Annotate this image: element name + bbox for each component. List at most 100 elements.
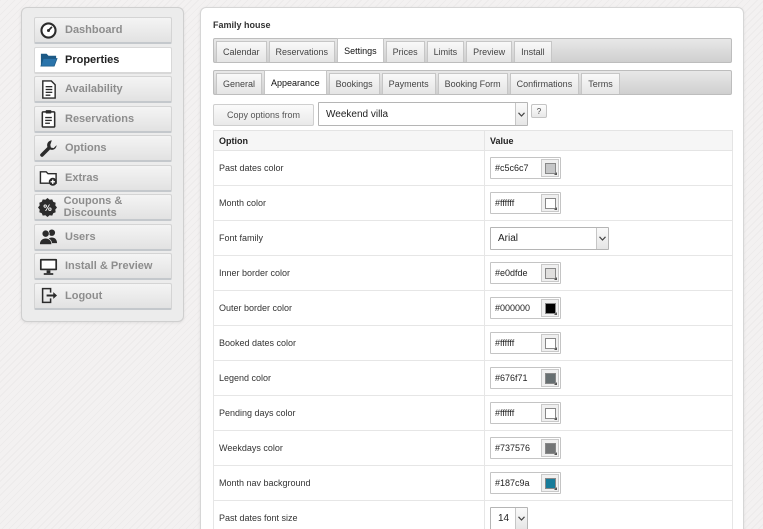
svg-text:%: % xyxy=(44,203,53,213)
settings-subtabbar: General Appearance Bookings Payments Boo… xyxy=(213,70,732,95)
sidebar-item-reservations[interactable]: Reservations xyxy=(34,105,172,133)
logout-icon xyxy=(38,285,59,306)
sidebar-item-extras[interactable]: Extras xyxy=(34,164,172,192)
percent-icon: % xyxy=(38,197,58,218)
subtab-payments[interactable]: Payments xyxy=(381,73,436,94)
options-table-body: Past dates color #c5c6c7 Month color #fffff… xyxy=(213,150,733,529)
sidebar: Dashboard Properties Availability Reserv… xyxy=(21,7,184,322)
color-picker-button[interactable] xyxy=(541,369,559,387)
option-label: Font family xyxy=(213,220,485,256)
color-input[interactable]: #187c9a xyxy=(490,472,561,494)
help-button[interactable]: ? xyxy=(531,104,547,118)
subtab-booking-form[interactable]: Booking Form xyxy=(437,73,508,94)
color-picker-button[interactable] xyxy=(541,159,559,177)
tab-reservations[interactable]: Reservations xyxy=(268,41,336,62)
document-list-icon xyxy=(38,79,59,100)
color-swatch xyxy=(544,197,556,209)
tab-preview[interactable]: Preview xyxy=(466,41,513,62)
sidebar-item-logout[interactable]: Logout xyxy=(34,282,172,310)
select-value: 14 xyxy=(498,512,510,524)
option-value-cell: #187c9a xyxy=(484,465,733,501)
subtab-bookings[interactable]: Bookings xyxy=(328,73,380,94)
table-row: Past dates color #c5c6c7 xyxy=(213,150,733,186)
sidebar-item-label: Install & Preview xyxy=(65,260,153,272)
color-input[interactable]: #000000 xyxy=(490,297,561,319)
color-input[interactable]: #c5c6c7 xyxy=(490,157,561,179)
chevron-down-icon xyxy=(515,103,527,125)
color-picker-button[interactable] xyxy=(541,439,559,457)
option-label: Inner border color xyxy=(213,255,485,291)
color-hex-value: #737576 xyxy=(495,443,531,453)
color-hex-value: #ffffff xyxy=(495,338,515,348)
tab-limits[interactable]: Limits xyxy=(426,41,465,62)
sidebar-item-users[interactable]: Users xyxy=(34,223,172,251)
font-family-select[interactable]: Arial xyxy=(490,226,609,250)
color-picker-button[interactable] xyxy=(541,404,559,422)
color-swatch xyxy=(544,162,556,174)
speedometer-icon xyxy=(38,20,59,41)
settings-tabbar: Calendar Reservations Settings Prices Li… xyxy=(213,38,732,63)
table-row: Month color #ffffff xyxy=(213,185,733,221)
copy-options-select-value: Weekend villa xyxy=(326,108,389,120)
color-input[interactable]: #737576 xyxy=(490,437,561,459)
sidebar-item-properties[interactable]: Properties xyxy=(34,46,172,74)
sidebar-item-coupons[interactable]: % Coupons & Discounts xyxy=(34,194,172,221)
option-value-cell: #676f71 xyxy=(484,360,733,396)
option-label: Past dates font size xyxy=(213,500,485,529)
table-row: Font family Arial xyxy=(213,220,733,256)
table-row: Pending days color #ffffff xyxy=(213,395,733,431)
sidebar-item-availability[interactable]: Availability xyxy=(34,76,172,103)
table-row: Booked dates color #ffffff xyxy=(213,325,733,361)
color-picker-button[interactable] xyxy=(541,194,559,212)
option-value-cell: 14 xyxy=(484,500,733,529)
option-value-cell: #000000 xyxy=(484,290,733,326)
sidebar-menu: Dashboard Properties Availability Reserv… xyxy=(34,17,172,312)
color-input[interactable]: #ffffff xyxy=(490,332,561,354)
column-header-option: Option xyxy=(213,130,485,151)
sidebar-item-label: Availability xyxy=(65,83,123,95)
option-value-cell: #c5c6c7 xyxy=(484,150,733,186)
color-swatch xyxy=(544,302,556,314)
table-row: Past dates font size 14 xyxy=(213,500,733,529)
copy-options-button[interactable]: Copy options from xyxy=(213,104,314,126)
table-row: Inner border color #e0dfde xyxy=(213,255,733,291)
tab-prices[interactable]: Prices xyxy=(385,41,425,62)
table-row: Legend color #676f71 xyxy=(213,360,733,396)
sidebar-item-install-preview[interactable]: Install & Preview xyxy=(34,253,172,280)
color-input[interactable]: #ffffff xyxy=(490,192,561,214)
color-input[interactable]: #e0dfde xyxy=(490,262,561,284)
chevron-down-icon xyxy=(515,507,527,529)
sidebar-item-options[interactable]: Options xyxy=(34,135,172,162)
sidebar-item-dashboard[interactable]: Dashboard xyxy=(34,17,172,44)
color-hex-value: #e0dfde xyxy=(495,268,528,278)
color-input[interactable]: #676f71 xyxy=(490,367,561,389)
subtab-general[interactable]: General xyxy=(216,73,263,94)
table-row: Month nav background #187c9a xyxy=(213,465,733,501)
tab-calendar[interactable]: Calendar xyxy=(216,41,267,62)
wrench-icon xyxy=(38,138,59,159)
subtab-terms[interactable]: Terms xyxy=(581,73,620,94)
color-picker-button[interactable] xyxy=(541,474,559,492)
font-size-select[interactable]: 14 xyxy=(490,506,528,529)
color-swatch xyxy=(544,407,556,419)
option-label: Pending days color xyxy=(213,395,485,431)
color-hex-value: #676f71 xyxy=(495,373,528,383)
tab-settings[interactable]: Settings xyxy=(337,38,384,62)
color-picker-button[interactable] xyxy=(541,264,559,282)
color-hex-value: #c5c6c7 xyxy=(495,163,529,173)
column-header-value: Value xyxy=(484,130,733,151)
option-label: Legend color xyxy=(213,360,485,396)
color-picker-button[interactable] xyxy=(541,299,559,317)
tab-install[interactable]: Install xyxy=(514,41,552,62)
option-value-cell: #ffffff xyxy=(484,325,733,361)
color-input[interactable]: #ffffff xyxy=(490,402,561,424)
subtab-appearance[interactable]: Appearance xyxy=(264,70,327,94)
options-table: Option Value Past dates color #c5c6c7 Mont… xyxy=(213,130,733,529)
option-label: Month nav background xyxy=(213,465,485,501)
copy-options-select[interactable]: Weekend villa xyxy=(318,102,528,126)
color-swatch xyxy=(544,267,556,279)
sidebar-item-label: Users xyxy=(65,230,96,243)
subtab-confirmations[interactable]: Confirmations xyxy=(509,73,580,94)
sidebar-item-label: Extras xyxy=(65,171,99,184)
color-picker-button[interactable] xyxy=(541,334,559,352)
